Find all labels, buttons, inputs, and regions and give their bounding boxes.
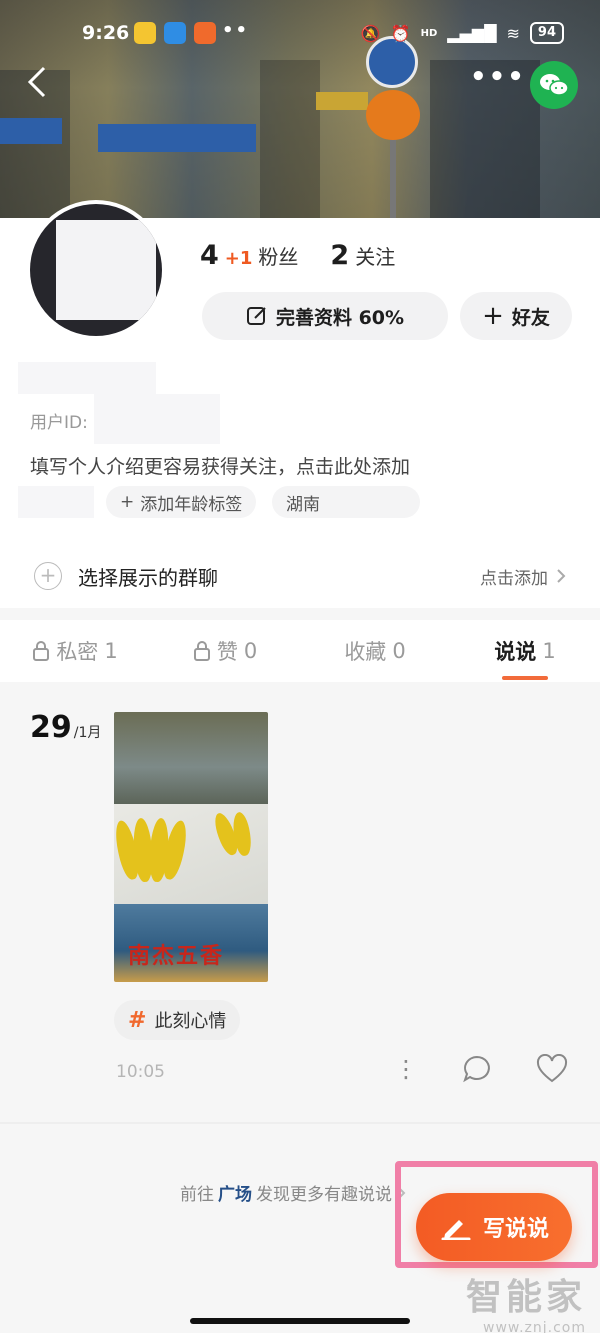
more-vertical-icon[interactable]: ⋮	[394, 1057, 418, 1081]
write-post-button[interactable]: 写说说	[416, 1193, 572, 1261]
user-id-label: 用户ID:	[30, 413, 88, 433]
heart-icon[interactable]	[536, 1054, 568, 1084]
discover-link[interactable]: 前往 广场 发现更多有趣说说	[180, 1180, 406, 1205]
username-redaction	[18, 362, 156, 394]
group-add-action[interactable]: 点击添加	[480, 564, 566, 589]
posts-feed: 29 /1月 南杰五香 # 此刻心情 10:05 ⋮	[0, 682, 600, 1122]
complete-profile-label: 完善资料 60%	[275, 306, 405, 329]
add-friend-label: 好友	[511, 306, 550, 329]
topic-label: 此刻心情	[154, 1011, 227, 1032]
add-friend-button[interactable]: + 好友	[460, 292, 572, 340]
discover-highlight: 广场	[218, 1185, 252, 1205]
post-actions: ⋮	[394, 1054, 568, 1084]
complete-profile-button[interactable]: 完善资料 60%	[202, 292, 448, 340]
avatar-redaction	[56, 220, 156, 320]
status-time: 9:26	[82, 22, 130, 44]
plus-icon: +	[482, 301, 504, 331]
comment-icon[interactable]	[462, 1054, 492, 1084]
tab-private-label: 私密	[56, 640, 99, 664]
plus-icon: +	[120, 492, 135, 512]
discover-prefix: 前往	[180, 1185, 214, 1205]
add-age-tag-label: 添加年龄标签	[140, 494, 243, 515]
lock-icon	[193, 641, 210, 661]
thumbnail-caption: 南杰五香	[128, 944, 225, 969]
tab-posts-count: 1	[542, 639, 556, 663]
tab-private-count: 1	[104, 639, 118, 663]
pen-icon	[441, 1220, 471, 1240]
app-notification-icon	[194, 22, 216, 44]
back-button[interactable]	[24, 64, 56, 104]
more-options-button[interactable]: •••	[470, 62, 526, 92]
group-chat-label: 选择展示的群聊	[78, 565, 218, 590]
profile-stats: 4 +1 粉丝 2 关注	[200, 240, 421, 271]
wechat-share-button[interactable]	[530, 61, 578, 109]
status-bar: 9:26 •• 🔕 ⏰ HD ▂▄▆█ ≋ 94	[0, 0, 600, 66]
post-thumbnail[interactable]: 南杰五香	[114, 712, 268, 982]
tab-posts[interactable]: 说说 1	[450, 620, 600, 682]
chevron-left-icon	[27, 66, 46, 98]
watermark-url: www.znj.com	[483, 1320, 586, 1333]
mute-icon: 🔕	[360, 23, 381, 43]
following-label[interactable]: 关注	[355, 241, 395, 270]
lock-icon	[33, 641, 50, 661]
location-tag-label: 湖南	[286, 494, 320, 515]
location-tag-chip[interactable]: 湖南	[272, 486, 420, 518]
followers-count[interactable]: 4	[200, 240, 219, 271]
tab-posts-label: 说说	[494, 640, 537, 664]
profile-tabs: 私密 1 赞 0 收藏 0 说说 1	[0, 620, 600, 682]
profile-card: 4 +1 粉丝 2 关注 完善资料 60% + 好友 用户ID: 填写个人介绍更…	[0, 200, 600, 608]
signal-icon: ▂▄▆█	[447, 23, 497, 43]
discover-suffix: 发现更多有趣说说	[256, 1185, 392, 1205]
user-id-redaction	[94, 394, 220, 444]
topic-chip[interactable]: # 此刻心情	[114, 1000, 241, 1040]
tab-likes[interactable]: 赞 0	[150, 620, 300, 682]
followers-increment: +1	[224, 248, 253, 269]
add-age-tag-chip[interactable]: + 添加年龄标签	[106, 486, 257, 518]
group-add-label: 点击添加	[480, 568, 548, 589]
post-time: 10:05	[116, 1062, 165, 1082]
following-count[interactable]: 2	[330, 240, 349, 271]
battery-icon: 94	[529, 22, 564, 44]
watermark: 智能家 www.znj.com	[466, 1268, 586, 1333]
app-notification-icon	[164, 22, 186, 44]
post-month: /1月	[73, 725, 102, 741]
network-label: HD	[420, 27, 438, 39]
home-indicator[interactable]	[190, 1318, 410, 1324]
more-notifications-icon: ••	[222, 20, 250, 41]
wechat-icon	[540, 74, 569, 96]
tab-favorites-count: 0	[392, 639, 406, 663]
alarm-icon: ⏰	[390, 23, 411, 43]
tab-favorites-label: 收藏	[344, 640, 387, 664]
write-post-label: 写说说	[482, 1217, 549, 1242]
chevron-right-icon	[557, 569, 566, 583]
tag-redaction	[18, 486, 94, 518]
watermark-brand: 智能家	[465, 1277, 586, 1318]
tab-private[interactable]: 私密 1	[0, 620, 150, 682]
avatar[interactable]	[26, 200, 166, 340]
feed-divider	[0, 1122, 600, 1124]
group-chat-row[interactable]: + 选择展示的群聊 点击添加	[0, 548, 600, 604]
bio-prompt[interactable]: 填写个人介绍更容易获得关注，点击此处添加	[30, 452, 410, 479]
post-date: 29 /1月	[30, 710, 101, 745]
edit-icon	[246, 307, 266, 325]
hashtag-icon: #	[128, 1007, 147, 1033]
wifi-icon: ≋	[506, 23, 520, 43]
tab-likes-label: 赞	[216, 640, 238, 664]
tab-likes-count: 0	[243, 639, 258, 663]
followers-label[interactable]: 粉丝	[258, 241, 298, 270]
tab-favorites[interactable]: 收藏 0	[300, 620, 450, 682]
cover-photo: 9:26 •• 🔕 ⏰ HD ▂▄▆█ ≋ 94 •••	[0, 0, 600, 218]
app-notification-icon	[134, 22, 156, 44]
add-circle-icon: +	[34, 562, 62, 590]
post-day: 29	[30, 710, 72, 745]
